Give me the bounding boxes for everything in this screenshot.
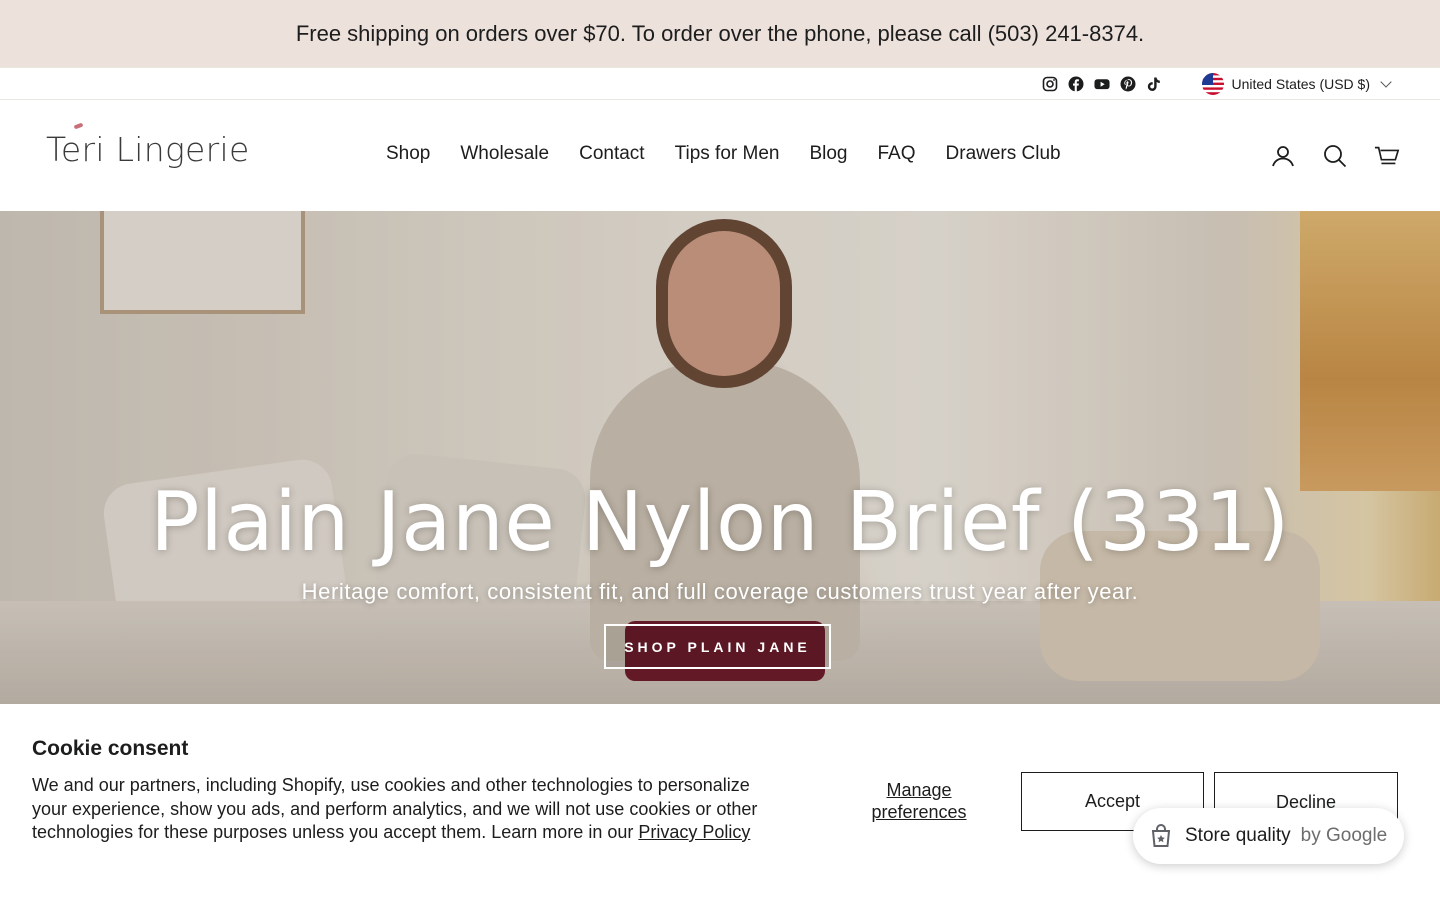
announcement-bar: Free shipping on orders over $70. To ord… [0, 0, 1440, 67]
main-nav: Shop Wholesale Contact Tips for Men Blog… [371, 143, 1076, 165]
cookie-title: Cookie consent [32, 737, 189, 760]
logo-text: Teri Lingerie [46, 130, 250, 169]
pinterest-icon[interactable] [1120, 76, 1136, 92]
youtube-icon[interactable] [1093, 76, 1110, 92]
hero-banner[interactable]: Plain Jane Nylon Brief (331) Heritage co… [0, 211, 1440, 704]
account-icon[interactable] [1270, 143, 1296, 169]
shopping-bag-icon [1147, 822, 1175, 850]
hero-title: Plain Jane Nylon Brief (331) [150, 475, 1290, 570]
tiktok-icon[interactable] [1146, 76, 1162, 92]
site-header: Teri Lingerie Shop Wholesale Contact Tip… [0, 100, 1440, 211]
logo[interactable]: Teri Lingerie [46, 122, 250, 169]
currency-label: United States (USD $) [1231, 75, 1371, 92]
cart-icon[interactable] [1374, 143, 1400, 169]
nav-wholesale[interactable]: Wholesale [445, 143, 564, 165]
nav-blog[interactable]: Blog [794, 143, 862, 165]
us-flag-icon [1201, 72, 1224, 95]
header-icons [1270, 143, 1400, 169]
nav-shop[interactable]: Shop [371, 143, 445, 165]
facebook-icon[interactable] [1068, 76, 1084, 92]
instagram-icon[interactable] [1042, 76, 1058, 92]
cookie-consent-banner: Cookie consent We and our partners, incl… [0, 704, 1440, 900]
hero-subtitle: Heritage comfort, consistent fit, and fu… [301, 579, 1139, 604]
logo-accent-mark [73, 122, 84, 130]
manage-preferences-link[interactable]: Manage preferences [850, 779, 988, 823]
nav-faq[interactable]: FAQ [863, 143, 931, 165]
nav-contact[interactable]: Contact [564, 143, 659, 165]
utility-bar: United States (USD $) [0, 67, 1440, 100]
nav-tips-for-men[interactable]: Tips for Men [660, 143, 795, 165]
privacy-policy-link[interactable]: Privacy Policy [638, 822, 750, 842]
badge-by: by Google [1300, 825, 1388, 846]
social-links [1042, 76, 1162, 92]
search-icon[interactable] [1322, 143, 1348, 169]
currency-selector[interactable]: United States (USD $) [1201, 72, 1392, 95]
cookie-text: We and our partners, including Shopify, … [32, 774, 762, 845]
announcement-text: Free shipping on orders over $70. To ord… [295, 20, 1145, 46]
badge-label: Store quality [1185, 825, 1291, 846]
chevron-down-icon [1380, 75, 1392, 88]
shop-plain-jane-button[interactable]: SHOP PLAIN JANE [604, 624, 831, 669]
nav-drawers-club[interactable]: Drawers Club [931, 143, 1076, 165]
google-store-quality-badge[interactable]: Store quality by Google [1133, 808, 1404, 864]
